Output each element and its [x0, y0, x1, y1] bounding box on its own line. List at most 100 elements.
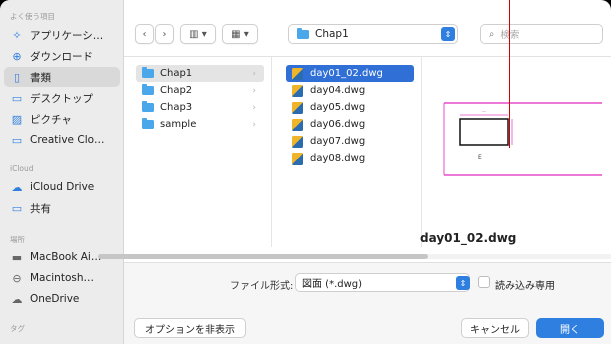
list-item[interactable]: day08.dwg	[286, 150, 414, 167]
folder-icon: ▭	[11, 133, 23, 147]
sidebar-item-label: 書類	[30, 71, 51, 84]
dwg-file-icon	[292, 152, 303, 165]
svg-text:—: —	[482, 109, 486, 114]
download-icon: ⊕	[12, 49, 22, 63]
open-button[interactable]: 開く	[536, 318, 604, 338]
shared-folder-icon: ▭	[11, 201, 23, 215]
locations-header: 場所	[10, 235, 25, 244]
sidebar-item-label: Creative Clo…	[30, 134, 105, 146]
list-item[interactable]: day07.dwg	[286, 133, 414, 150]
horizontal-scrollbar-thumb[interactable]	[98, 254, 428, 259]
laptop-icon: ▬	[11, 250, 23, 264]
list-item[interactable]: sample ›	[136, 116, 264, 133]
grid-icon: ▦ ▾	[231, 28, 249, 40]
file-name: day06.dwg	[310, 119, 366, 130]
open-file-dialog: よく使う項目 ✧ アプリケーシ… ⊕ ダウンロード ▯ 書類 ▭ デスクトップ …	[0, 0, 611, 344]
sidebar: よく使う項目 ✧ アプリケーシ… ⊕ ダウンロード ▯ 書類 ▭ デスクトップ …	[0, 0, 124, 344]
list-item[interactable]: day01_02.dwg	[286, 65, 414, 82]
sidebar-item-label: 共有	[30, 202, 51, 215]
folders-column: Chap1 › Chap2 › Chap3 › sample ›	[132, 57, 272, 247]
sidebar-item-label: デスクトップ	[30, 92, 93, 105]
sidebar-item-macintosh[interactable]: ⊖ Macintosh…	[4, 268, 120, 288]
readonly-checkbox[interactable]	[478, 276, 490, 288]
red-annotation-line	[509, 0, 510, 148]
chevron-right-icon: ›	[252, 102, 256, 113]
applications-icon: ✧	[12, 28, 22, 42]
file-format-value: 図面 (*.dwg)	[302, 279, 363, 290]
file-name: day05.dwg	[310, 102, 366, 113]
sidebar-item-creative-cloud[interactable]: ▭ Creative Clo…	[4, 130, 120, 150]
chevron-right-icon: ›	[252, 85, 256, 96]
file-browser: Chap1 › Chap2 › Chap3 › sample › day01_0…	[124, 56, 611, 256]
disk-icon: ⊖	[12, 271, 22, 285]
dwg-file-icon	[292, 84, 303, 97]
sidebar-item-desktop[interactable]: ▭ デスクトップ	[4, 88, 120, 108]
sidebar-item-label: MacBook Ai…	[30, 251, 102, 263]
location-label: Chap1	[315, 28, 349, 40]
tags-header: タグ	[10, 324, 25, 333]
dwg-file-icon	[292, 135, 303, 148]
cloud-icon: ☁	[11, 292, 23, 306]
location-popup[interactable]: Chap1	[288, 24, 458, 44]
documents-icon: ▯	[13, 70, 21, 84]
sidebar-item-label: ピクチャ	[30, 113, 72, 126]
sidebar-item-applications[interactable]: ✧ アプリケーシ…	[4, 25, 120, 45]
chevron-right-icon: ›	[162, 28, 167, 40]
chevron-updown-icon: ⇕	[456, 276, 470, 290]
list-item[interactable]: Chap1 ›	[136, 65, 264, 82]
file-format-select[interactable]: 図面 (*.dwg)	[295, 273, 470, 292]
dwg-file-icon	[292, 101, 303, 114]
files-column: day01_02.dwg day04.dwg day05.dwg day06.d…	[282, 57, 422, 247]
desktop-icon: ▭	[11, 91, 23, 105]
folder-icon	[142, 67, 154, 78]
sidebar-item-downloads[interactable]: ⊕ ダウンロード	[4, 46, 120, 66]
list-item[interactable]: Chap2 ›	[136, 82, 264, 99]
chevron-right-icon: ›	[252, 68, 256, 79]
view-mode-button[interactable]: ▥ ▾	[180, 24, 216, 44]
list-item[interactable]: day05.dwg	[286, 99, 414, 116]
sidebar-item-label: アプリケーシ…	[30, 29, 104, 42]
folder-icon	[142, 84, 154, 95]
folder-name: Chap1	[160, 68, 193, 79]
pictures-icon: ▨	[11, 112, 23, 126]
preview-filename: day01_02.dwg	[420, 231, 517, 245]
sidebar-item-label: OneDrive	[30, 293, 80, 305]
chevron-updown-icon: ⇕	[441, 27, 455, 41]
back-button[interactable]: ‹	[135, 24, 154, 44]
folder-icon	[142, 118, 154, 129]
chevron-left-icon: ‹	[142, 28, 147, 40]
forward-button[interactable]: ›	[155, 24, 174, 44]
icloud-header: iCloud	[10, 164, 34, 173]
file-name: day08.dwg	[310, 153, 366, 164]
sidebar-item-documents[interactable]: ▯ 書類	[4, 67, 120, 87]
list-item[interactable]: day06.dwg	[286, 116, 414, 133]
folder-icon	[297, 27, 309, 39]
sidebar-item-shared[interactable]: ▭ 共有	[4, 198, 120, 218]
sidebar-item-label: Macintosh…	[30, 272, 95, 284]
sidebar-item-label: iCloud Drive	[30, 181, 95, 193]
dwg-preview-image: — E	[442, 99, 604, 181]
search-field[interactable]: ⌕ 検索	[480, 24, 603, 44]
sidebar-item-onedrive[interactable]: ☁ OneDrive	[4, 289, 120, 309]
group-button[interactable]: ▦ ▾	[222, 24, 258, 44]
cloud-icon: ☁	[11, 180, 23, 194]
hide-options-button[interactable]: オプションを非表示	[134, 318, 246, 338]
sidebar-item-pictures[interactable]: ▨ ピクチャ	[4, 109, 120, 129]
folder-icon	[142, 101, 154, 112]
file-format-label: ファイル形式:	[230, 281, 294, 292]
sidebar-item-icloud-drive[interactable]: ☁ iCloud Drive	[4, 177, 120, 197]
folder-name: sample	[160, 119, 197, 130]
file-name: day07.dwg	[310, 136, 366, 147]
columns-view-icon: ▥ ▾	[189, 28, 207, 40]
chevron-right-icon: ›	[252, 119, 256, 130]
readonly-label: 読み込み専用	[495, 281, 555, 292]
search-icon: ⌕	[489, 28, 495, 40]
file-name: day01_02.dwg	[310, 68, 383, 79]
list-item[interactable]: day04.dwg	[286, 82, 414, 99]
folder-name: Chap2	[160, 85, 193, 96]
list-item[interactable]: Chap3 ›	[136, 99, 264, 116]
drawing-label: E	[478, 154, 482, 161]
favorites-header: よく使う項目	[10, 12, 55, 21]
cancel-button[interactable]: キャンセル	[461, 318, 529, 338]
folder-name: Chap3	[160, 102, 193, 113]
